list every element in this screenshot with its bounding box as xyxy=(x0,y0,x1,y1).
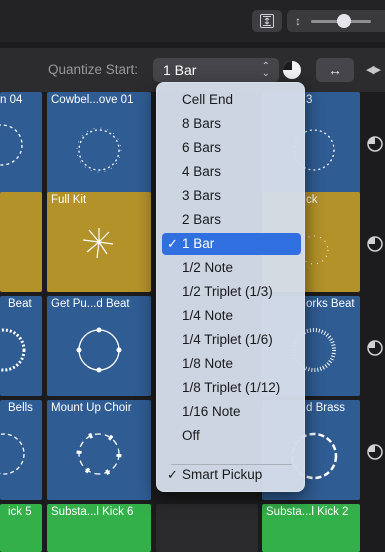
menu-item-quarter-note[interactable]: 1/4 Note xyxy=(162,305,301,327)
zoom-slider-thumb[interactable] xyxy=(337,14,351,28)
menu-item-eighth-triplet[interactable]: 1/8 Triplet (1/12) xyxy=(162,377,301,399)
menu-item-label: 1/4 Note xyxy=(182,308,234,323)
menu-item-2-bars[interactable]: 2 Bars xyxy=(162,209,301,231)
menu-item-label: 1/16 Note xyxy=(182,404,241,419)
menu-item-8-bars[interactable]: 8 Bars xyxy=(162,113,301,135)
menu-item-label: 1/2 Note xyxy=(182,260,234,275)
menu-item-off[interactable]: Off xyxy=(162,425,301,447)
menu-item-label: 2 Bars xyxy=(182,212,222,227)
loop-cell-title: ick 5 xyxy=(8,506,32,518)
loop-cell-title: Substa...l Kick 2 xyxy=(266,506,349,518)
menu-item-3-bars[interactable]: 3 Bars xyxy=(162,185,301,207)
menu-item-label: 6 Bars xyxy=(182,140,222,155)
menu-item-label: 1/2 Triplet (1/3) xyxy=(182,284,273,299)
loop-cell[interactable]: ick 5 xyxy=(0,504,42,552)
loop-cell[interactable]: Beat xyxy=(0,296,42,396)
menu-item-half-note[interactable]: 1/2 Note xyxy=(162,257,301,279)
scene-trigger-icon[interactable] xyxy=(365,134,385,154)
menu-item-label: Cell End xyxy=(182,92,234,107)
menu-item-half-triplet[interactable]: 1/2 Triplet (1/3) xyxy=(162,281,301,303)
menu-item-cell-end[interactable]: Cell End xyxy=(162,89,301,111)
menu-item-4-bars[interactable]: 4 Bars xyxy=(162,161,301,183)
scene-trigger-icon[interactable] xyxy=(365,234,385,254)
loop-waveform xyxy=(82,228,114,259)
scene-trigger-icon[interactable] xyxy=(365,442,385,462)
loop-waveform xyxy=(0,328,26,372)
quantize-start-select[interactable]: 1 Bar ⌃ ⌄ xyxy=(153,58,279,82)
menu-item-1-bar[interactable]: ✓ 1 Bar xyxy=(162,233,301,255)
loop-cell-title: Substa...l Kick 6 xyxy=(51,506,134,518)
loop-waveform xyxy=(0,433,25,475)
quantize-start-value: 1 Bar xyxy=(163,62,197,78)
loop-cell[interactable]: n 04 xyxy=(0,92,42,196)
top-toolbar: ↕ xyxy=(0,0,385,42)
loop-waveform xyxy=(0,124,23,166)
menu-item-quarter-triplet[interactable]: 1/4 Triplet (1/6) xyxy=(162,329,301,351)
expand-horizontal-button[interactable]: ↔ xyxy=(316,58,354,82)
expand-horizontal-icon: ↔ xyxy=(328,62,342,78)
menu-item-label: 1/8 Triplet (1/12) xyxy=(182,380,281,395)
checkmark-icon: ✓ xyxy=(167,236,178,251)
quantize-start-menu: Cell End 8 Bars 6 Bars 4 Bars 3 Bars 2 B… xyxy=(156,82,305,492)
menu-item-label: 1/8 Note xyxy=(182,356,234,371)
loop-waveform xyxy=(76,431,122,477)
loop-cell[interactable]: Cowbel...ove 01 xyxy=(47,92,151,196)
loop-cell[interactable]: Substa...l Kick 6 xyxy=(47,504,151,552)
menu-item-label: 1/4 Triplet (1/6) xyxy=(182,332,273,347)
menu-item-eighth-note[interactable]: 1/8 Note xyxy=(162,353,301,375)
loop-cell[interactable]: Get Pu...d Beat xyxy=(47,296,151,396)
loop-waveform xyxy=(76,327,122,373)
empty-cell[interactable] xyxy=(156,504,258,552)
loop-cell[interactable]: Bells xyxy=(0,400,42,500)
menu-item-sixteenth-note[interactable]: 1/16 Note xyxy=(162,401,301,423)
menu-item-6-bars[interactable]: 6 Bars xyxy=(162,137,301,159)
vertical-zoom-control: ↕ xyxy=(287,10,385,32)
menu-item-label: Off xyxy=(182,428,200,443)
menu-item-label: 1 Bar xyxy=(182,236,215,251)
scene-trigger-icon[interactable] xyxy=(365,338,385,358)
loop-cell[interactable] xyxy=(0,192,42,292)
menu-item-label: 8 Bars xyxy=(182,116,222,131)
vertical-zoom-icon: ↕ xyxy=(295,14,301,28)
pie-clock-icon[interactable] xyxy=(282,60,302,80)
fit-vertical-icon xyxy=(260,14,274,28)
menu-item-label: 3 Bars xyxy=(182,188,222,203)
updown-chevron-icon: ⌃ ⌄ xyxy=(261,61,270,79)
play-arrows-icon[interactable]: ◀▶ xyxy=(366,63,381,76)
loop-cell[interactable]: Full Kit xyxy=(47,192,151,292)
loop-waveform xyxy=(76,127,122,173)
loop-cell[interactable]: Substa...l Kick 2 xyxy=(262,504,360,552)
menu-item-smart-pickup[interactable]: ✓ Smart Pickup xyxy=(162,464,301,486)
menu-item-label: Smart Pickup xyxy=(182,467,263,482)
menu-item-label: 4 Bars xyxy=(182,164,222,179)
quantize-start-label: Quantize Start: xyxy=(48,62,139,77)
loop-cell[interactable]: Mount Up Choir xyxy=(47,400,151,500)
checkmark-icon: ✓ xyxy=(167,467,178,482)
fit-vertical-button[interactable] xyxy=(252,10,282,32)
